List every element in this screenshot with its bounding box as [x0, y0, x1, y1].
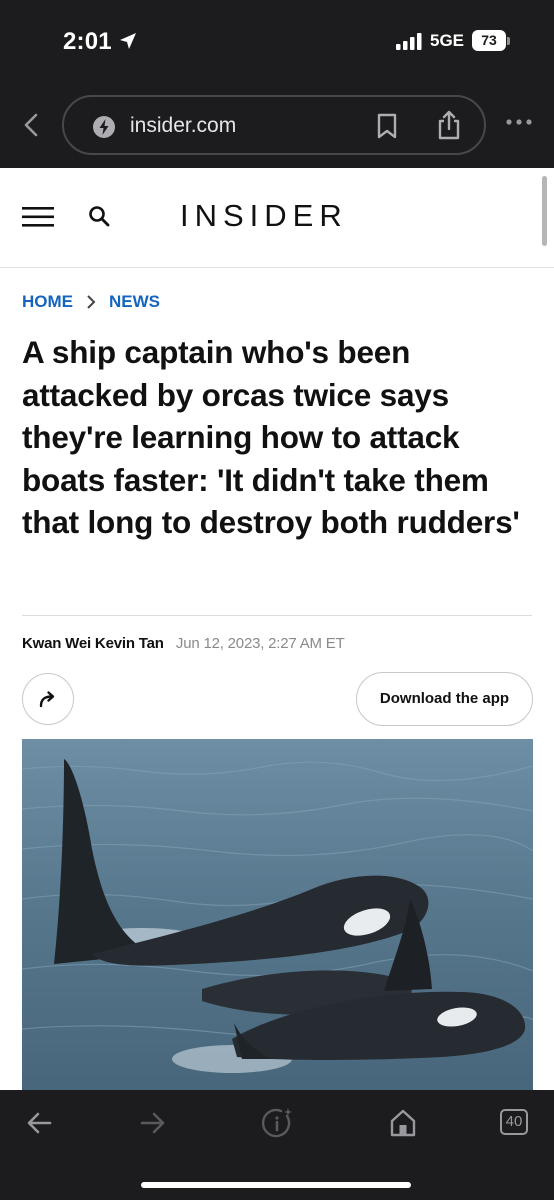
- home-icon[interactable]: [389, 1108, 417, 1138]
- hamburger-menu-icon[interactable]: [22, 206, 54, 228]
- site-logo[interactable]: INSIDER: [180, 198, 348, 234]
- web-page: INSIDER HOME NEWS A ship captain who's b…: [0, 168, 554, 1090]
- share-arrow-icon: [39, 691, 55, 708]
- forward-arrow-icon[interactable]: [138, 1110, 166, 1136]
- location-arrow-icon: [120, 33, 136, 49]
- byline: Kwan Wei Kevin Tan Jun 12, 2023, 2:27 AM…: [22, 635, 345, 652]
- more-dots-icon[interactable]: [505, 118, 533, 126]
- breadcrumb: HOME NEWS: [22, 292, 160, 312]
- site-header: INSIDER: [0, 168, 554, 268]
- network-type: 5GE: [430, 31, 465, 50]
- signal-bars-icon: [396, 33, 422, 50]
- share-button[interactable]: [22, 673, 74, 725]
- home-indicator[interactable]: [141, 1182, 411, 1188]
- chevron-left-icon[interactable]: [16, 108, 46, 142]
- share-icon[interactable]: [436, 109, 462, 141]
- browser-toolbar: insider.com: [0, 88, 554, 168]
- status-time: 2:01: [63, 28, 112, 55]
- search-icon[interactable]: [87, 204, 111, 228]
- tabs-icon[interactable]: 40: [500, 1109, 528, 1135]
- info-sparkle-icon[interactable]: [261, 1106, 295, 1140]
- download-app-button[interactable]: Download the app: [356, 672, 533, 726]
- article-headline: A ship captain who's been attacked by or…: [22, 334, 520, 540]
- battery-tip: [507, 37, 510, 45]
- chevron-right-icon: [87, 295, 96, 309]
- address-bar[interactable]: insider.com: [62, 95, 486, 155]
- bookmark-icon[interactable]: [376, 113, 398, 139]
- url-text: insider.com: [130, 114, 237, 137]
- battery-icon: 73: [472, 30, 506, 51]
- divider: [22, 615, 532, 616]
- author-name[interactable]: Kwan Wei Kevin Tan: [22, 635, 164, 652]
- publish-date: Jun 12, 2023, 2:27 AM ET: [175, 635, 345, 652]
- orca-photo: [22, 739, 533, 1090]
- back-arrow-icon[interactable]: [26, 1110, 54, 1136]
- site-lock-icon: [93, 116, 115, 138]
- breadcrumb-home[interactable]: HOME: [22, 292, 73, 312]
- breadcrumb-news[interactable]: NEWS: [109, 292, 160, 312]
- browser-bottom-toolbar: 40: [0, 1090, 554, 1200]
- status-bar: 2:01 5GE 73: [0, 0, 554, 88]
